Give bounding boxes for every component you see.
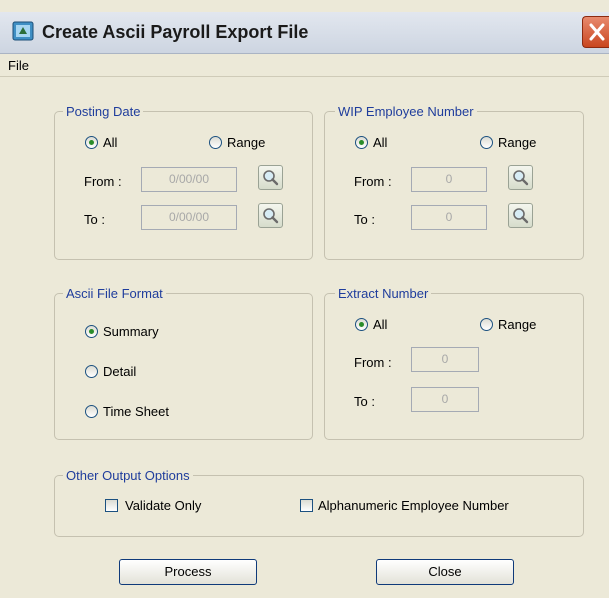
menu-file[interactable]: File: [8, 58, 29, 73]
magnifier-icon: [513, 170, 529, 186]
radio-selected-dot: [359, 140, 364, 145]
wip-employee-to-lookup-button[interactable]: [508, 203, 533, 228]
dialog-body: Posting Date All Range From : 0/00/00 To…: [0, 77, 609, 598]
radio-selected-dot: [359, 322, 364, 327]
wip-employee-range-radio[interactable]: [480, 136, 493, 149]
wip-employee-from-lookup-button[interactable]: [508, 165, 533, 190]
extract-number-from-field[interactable]: 0: [411, 347, 479, 372]
other-options-legend: Other Output Options: [63, 468, 193, 483]
posting-date-legend: Posting Date: [63, 104, 144, 119]
magnifier-icon: [513, 208, 529, 224]
payroll-export-window: Create Ascii Payroll Export File File Po…: [0, 0, 609, 598]
extract-number-legend: Extract Number: [335, 286, 432, 301]
wip-employee-from-field[interactable]: 0: [411, 167, 487, 192]
validate-only-checkbox[interactable]: [105, 499, 118, 512]
posting-date-from-lookup-button[interactable]: [258, 165, 283, 190]
wip-employee-to-label: To :: [354, 212, 375, 227]
wip-employee-all-label[interactable]: All: [373, 135, 387, 150]
posting-date-from-field[interactable]: 0/00/00: [141, 167, 237, 192]
app-icon: [12, 21, 34, 41]
detail-label[interactable]: Detail: [103, 364, 136, 379]
detail-radio[interactable]: [85, 365, 98, 378]
posting-date-range-radio[interactable]: [209, 136, 222, 149]
posting-date-to-label: To :: [84, 212, 105, 227]
posting-date-to-field[interactable]: 0/00/00: [141, 205, 237, 230]
extract-number-all-radio[interactable]: [355, 318, 368, 331]
extract-number-all-label[interactable]: All: [373, 317, 387, 332]
summary-label[interactable]: Summary: [103, 324, 159, 339]
extract-number-to-label: To :: [354, 394, 375, 409]
wip-employee-all-radio[interactable]: [355, 136, 368, 149]
validate-only-label[interactable]: Validate Only: [125, 498, 201, 513]
summary-radio[interactable]: [85, 325, 98, 338]
window-title: Create Ascii Payroll Export File: [42, 22, 309, 42]
file-format-legend: Ascii File Format: [63, 286, 166, 301]
menu-bar: [0, 54, 609, 77]
time-sheet-radio[interactable]: [85, 405, 98, 418]
alphanumeric-employee-label[interactable]: Alphanumeric Employee Number: [318, 498, 509, 513]
wip-employee-legend: WIP Employee Number: [335, 104, 477, 119]
close-button[interactable]: Close: [376, 559, 514, 585]
magnifier-icon: [263, 170, 279, 186]
extract-number-from-label: From :: [354, 355, 392, 370]
posting-date-to-lookup-button[interactable]: [258, 203, 283, 228]
radio-selected-dot: [89, 140, 94, 145]
process-button[interactable]: Process: [119, 559, 257, 585]
wip-employee-to-field[interactable]: 0: [411, 205, 487, 230]
posting-date-range-label[interactable]: Range: [227, 135, 265, 150]
alphanumeric-employee-checkbox[interactable]: [300, 499, 313, 512]
extract-number-range-label[interactable]: Range: [498, 317, 536, 332]
extract-number-range-radio[interactable]: [480, 318, 493, 331]
posting-date-from-label: From :: [84, 174, 122, 189]
extract-number-to-field[interactable]: 0: [411, 387, 479, 412]
posting-date-all-radio[interactable]: [85, 136, 98, 149]
posting-date-all-label[interactable]: All: [103, 135, 117, 150]
wip-employee-from-label: From :: [354, 174, 392, 189]
time-sheet-label[interactable]: Time Sheet: [103, 404, 169, 419]
magnifier-icon: [263, 208, 279, 224]
window-close-button[interactable]: [582, 16, 609, 48]
close-icon: [589, 23, 605, 41]
radio-selected-dot: [89, 329, 94, 334]
wip-employee-range-label[interactable]: Range: [498, 135, 536, 150]
